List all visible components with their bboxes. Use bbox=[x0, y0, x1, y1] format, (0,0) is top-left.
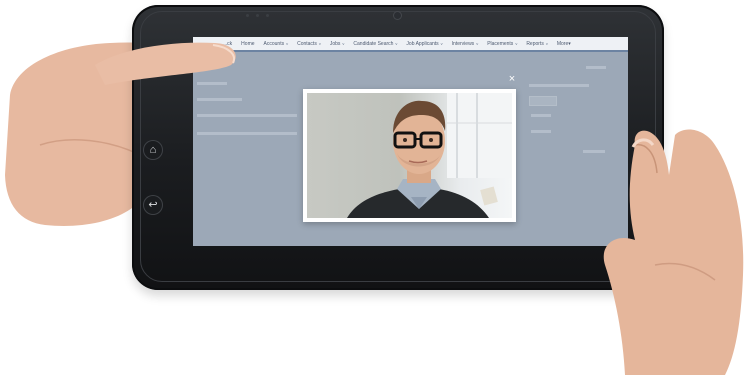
front-camera-icon bbox=[394, 12, 401, 19]
nav-item-job-applicants[interactable]: Job Applicants v bbox=[406, 41, 442, 47]
video-modal bbox=[303, 89, 516, 222]
faded-button bbox=[529, 96, 557, 106]
sensor-dot-icon bbox=[256, 14, 259, 17]
tablet-screen: ...ck Home Accounts v Contacts v Jobs v Can… bbox=[193, 37, 628, 246]
chevron-down-icon: v bbox=[545, 40, 548, 46]
man-portrait-image bbox=[347, 93, 512, 218]
sensor-dot-icon bbox=[246, 14, 249, 17]
video-player[interactable] bbox=[307, 93, 512, 218]
close-icon[interactable]: × bbox=[506, 73, 518, 85]
chevron-down-icon: v bbox=[318, 40, 321, 46]
chevron-down-icon: v bbox=[476, 40, 479, 46]
nav-item-reports[interactable]: Reports v bbox=[526, 41, 548, 47]
nav-item-more[interactable]: More▾ bbox=[557, 41, 571, 47]
faded-text-bar bbox=[531, 114, 551, 117]
faded-text-bar bbox=[197, 98, 242, 101]
faded-text-bar bbox=[586, 66, 606, 69]
faded-text-bar bbox=[529, 84, 589, 87]
right-hand-icon bbox=[603, 129, 744, 375]
chevron-down-icon: v bbox=[515, 40, 518, 46]
nav-item-contacts[interactable]: Contacts v bbox=[297, 41, 321, 47]
nav-item-candidate-search[interactable]: Candidate Search v bbox=[353, 41, 397, 47]
faded-text-bar bbox=[197, 114, 297, 117]
faded-text-bar bbox=[531, 130, 551, 133]
home-hardware-button[interactable]: ⌂ bbox=[144, 141, 162, 159]
chevron-down-icon: v bbox=[395, 40, 398, 46]
tablet-photo-scene: ⌂ ↩ ...ck Home Accounts v Contacts v Jobs v… bbox=[0, 0, 749, 375]
nav-item-jobs[interactable]: Jobs v bbox=[330, 41, 345, 47]
left-thumb-icon bbox=[95, 42, 236, 85]
chevron-down-icon: v bbox=[440, 40, 443, 46]
nav-item-interviews[interactable]: Interviews v bbox=[452, 41, 479, 47]
top-navigation-bar: ...ck Home Accounts v Contacts v Jobs v Can… bbox=[193, 37, 628, 52]
nav-item-placements[interactable]: Placements v bbox=[487, 41, 517, 47]
faded-text-bar bbox=[197, 132, 297, 135]
back-hardware-button[interactable]: ↩ bbox=[144, 196, 162, 214]
chevron-down-icon: v bbox=[342, 40, 345, 46]
sensor-dot-icon bbox=[266, 14, 269, 17]
chevron-down-icon: v bbox=[286, 40, 289, 46]
nav-item-accounts[interactable]: Accounts v bbox=[264, 41, 289, 47]
